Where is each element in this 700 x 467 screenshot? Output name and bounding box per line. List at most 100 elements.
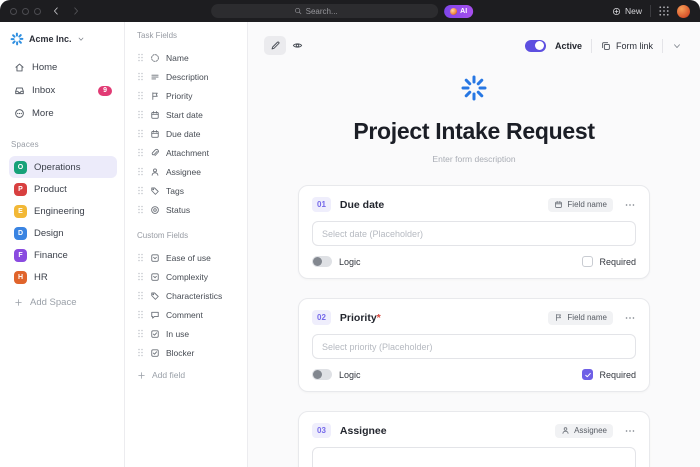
field-input[interactable]	[312, 334, 636, 359]
sidebar-space-engineering[interactable]: EEngineering	[9, 200, 117, 222]
custom-field-blocker[interactable]: Blocker	[137, 343, 239, 362]
field-type-chip[interactable]: Assignee	[555, 424, 613, 438]
workspace-switcher[interactable]: Acme Inc.	[9, 30, 117, 56]
add-field-button[interactable]: Add field	[137, 365, 239, 385]
sidebar-item-inbox[interactable]: Inbox9	[9, 79, 117, 102]
required-checkbox[interactable]	[582, 256, 593, 267]
drag-handle-icon	[137, 53, 144, 62]
field-label: Complexity	[166, 272, 208, 282]
drag-handle-icon	[137, 272, 144, 281]
window-controls[interactable]	[10, 8, 41, 15]
sidebar-item-more[interactable]: More	[9, 102, 117, 125]
workspace-logo-icon	[10, 32, 24, 46]
space-label: Finance	[34, 250, 68, 261]
task-field-priority[interactable]: Priority	[137, 86, 239, 105]
task-field-tags[interactable]: Tags	[137, 181, 239, 200]
field-type-chip[interactable]: Field name	[548, 311, 613, 325]
task-field-assignee[interactable]: Assignee	[137, 162, 239, 181]
search-bar[interactable]	[211, 4, 438, 18]
active-label: Active	[555, 41, 582, 51]
card-menu-icon[interactable]	[624, 312, 636, 324]
form-title[interactable]: Project Intake Request	[248, 118, 700, 145]
chip-label: Assignee	[574, 426, 607, 435]
required-checkbox[interactable]	[582, 369, 593, 380]
drag-handle-icon	[137, 167, 144, 176]
tag-icon	[150, 291, 160, 301]
sidebar-item-home[interactable]: Home	[9, 56, 117, 79]
space-avatar: D	[14, 227, 27, 240]
person-icon	[561, 426, 570, 435]
forward-icon[interactable]	[71, 6, 81, 16]
edit-mode-button[interactable]	[264, 36, 286, 55]
sidebar-space-design[interactable]: DDesign	[9, 222, 117, 244]
space-avatar: P	[14, 183, 27, 196]
task-field-attachment[interactable]: Attachment	[137, 143, 239, 162]
sidebar-item-label: Home	[32, 62, 57, 73]
active-toggle[interactable]	[525, 40, 546, 52]
custom-field-in-use[interactable]: In use	[137, 324, 239, 343]
custom-field-comment[interactable]: Comment	[137, 305, 239, 324]
required-control[interactable]: Required	[582, 256, 636, 267]
chip-label: Field name	[567, 200, 607, 209]
inbox-count-badge: 9	[98, 86, 112, 96]
back-icon[interactable]	[51, 6, 61, 16]
field-number-badge: 01	[312, 197, 331, 212]
tag-icon	[150, 186, 160, 196]
apps-grid-icon[interactable]	[659, 6, 669, 16]
field-label: Comment	[166, 310, 203, 320]
form-link-button[interactable]: Form link	[601, 41, 653, 51]
logic-toggle[interactable]	[312, 256, 332, 267]
field-label: Description	[166, 72, 209, 82]
calendar-icon	[554, 200, 563, 209]
custom-field-ease-of-use[interactable]: Ease of use	[137, 248, 239, 267]
field-input-wrap	[312, 221, 636, 246]
field-type-chip[interactable]: Field name	[548, 198, 613, 212]
field-label: Characteristics	[166, 291, 222, 301]
chevron-down-icon	[77, 35, 85, 43]
top-bar: AI New	[0, 0, 700, 22]
form-fields-list: 01Due dateField nameLogicRequired02Prior…	[298, 185, 650, 467]
logic-toggle[interactable]	[312, 369, 332, 380]
field-input[interactable]	[312, 447, 636, 467]
user-avatar[interactable]	[677, 5, 690, 18]
field-label: Status	[166, 205, 190, 215]
custom-field-characteristics[interactable]: Characteristics	[137, 286, 239, 305]
sidebar-space-finance[interactable]: FFinance	[9, 244, 117, 266]
space-avatar: H	[14, 271, 27, 284]
field-label: Attachment	[166, 148, 209, 158]
space-label: Engineering	[34, 206, 85, 217]
link-icon	[601, 41, 611, 51]
field-input[interactable]	[312, 221, 636, 246]
more-options-chevron-icon[interactable]	[672, 41, 682, 51]
card-footer: LogicRequired	[312, 369, 636, 380]
spaces-section-label: Spaces	[11, 140, 117, 149]
sidebar-space-operations[interactable]: OOperations	[9, 156, 117, 178]
task-field-description[interactable]: Description	[137, 67, 239, 86]
task-field-status[interactable]: Status	[137, 200, 239, 219]
plus-circle-icon	[612, 7, 621, 16]
task-field-start-date[interactable]: Start date	[137, 105, 239, 124]
search-input[interactable]	[306, 7, 356, 16]
field-label: Start date	[166, 110, 203, 120]
task-field-due-date[interactable]: Due date	[137, 124, 239, 143]
sidebar-space-product[interactable]: PProduct	[9, 178, 117, 200]
sidebar-item-label: More	[32, 108, 54, 119]
drag-handle-icon	[137, 129, 144, 138]
card-menu-icon[interactable]	[624, 425, 636, 437]
calendar-icon	[150, 129, 160, 139]
custom-field-complexity[interactable]: Complexity	[137, 267, 239, 286]
sidebar-space-hr[interactable]: HHR	[9, 266, 117, 288]
plus-icon	[137, 371, 146, 380]
card-header: 03AssigneeAssignee	[312, 423, 636, 438]
preview-button[interactable]	[286, 36, 308, 55]
space-label: Operations	[34, 162, 80, 173]
ai-button[interactable]: AI	[444, 5, 473, 18]
task-field-name[interactable]: Name	[137, 48, 239, 67]
required-control[interactable]: Required	[582, 369, 636, 380]
new-button[interactable]: New	[612, 6, 642, 16]
form-description-placeholder[interactable]: Enter form description	[248, 154, 700, 164]
add-space-button[interactable]: Add Space	[9, 291, 117, 313]
card-menu-icon[interactable]	[624, 199, 636, 211]
calendar-icon	[150, 110, 160, 120]
loading-spinner-icon	[461, 75, 487, 101]
